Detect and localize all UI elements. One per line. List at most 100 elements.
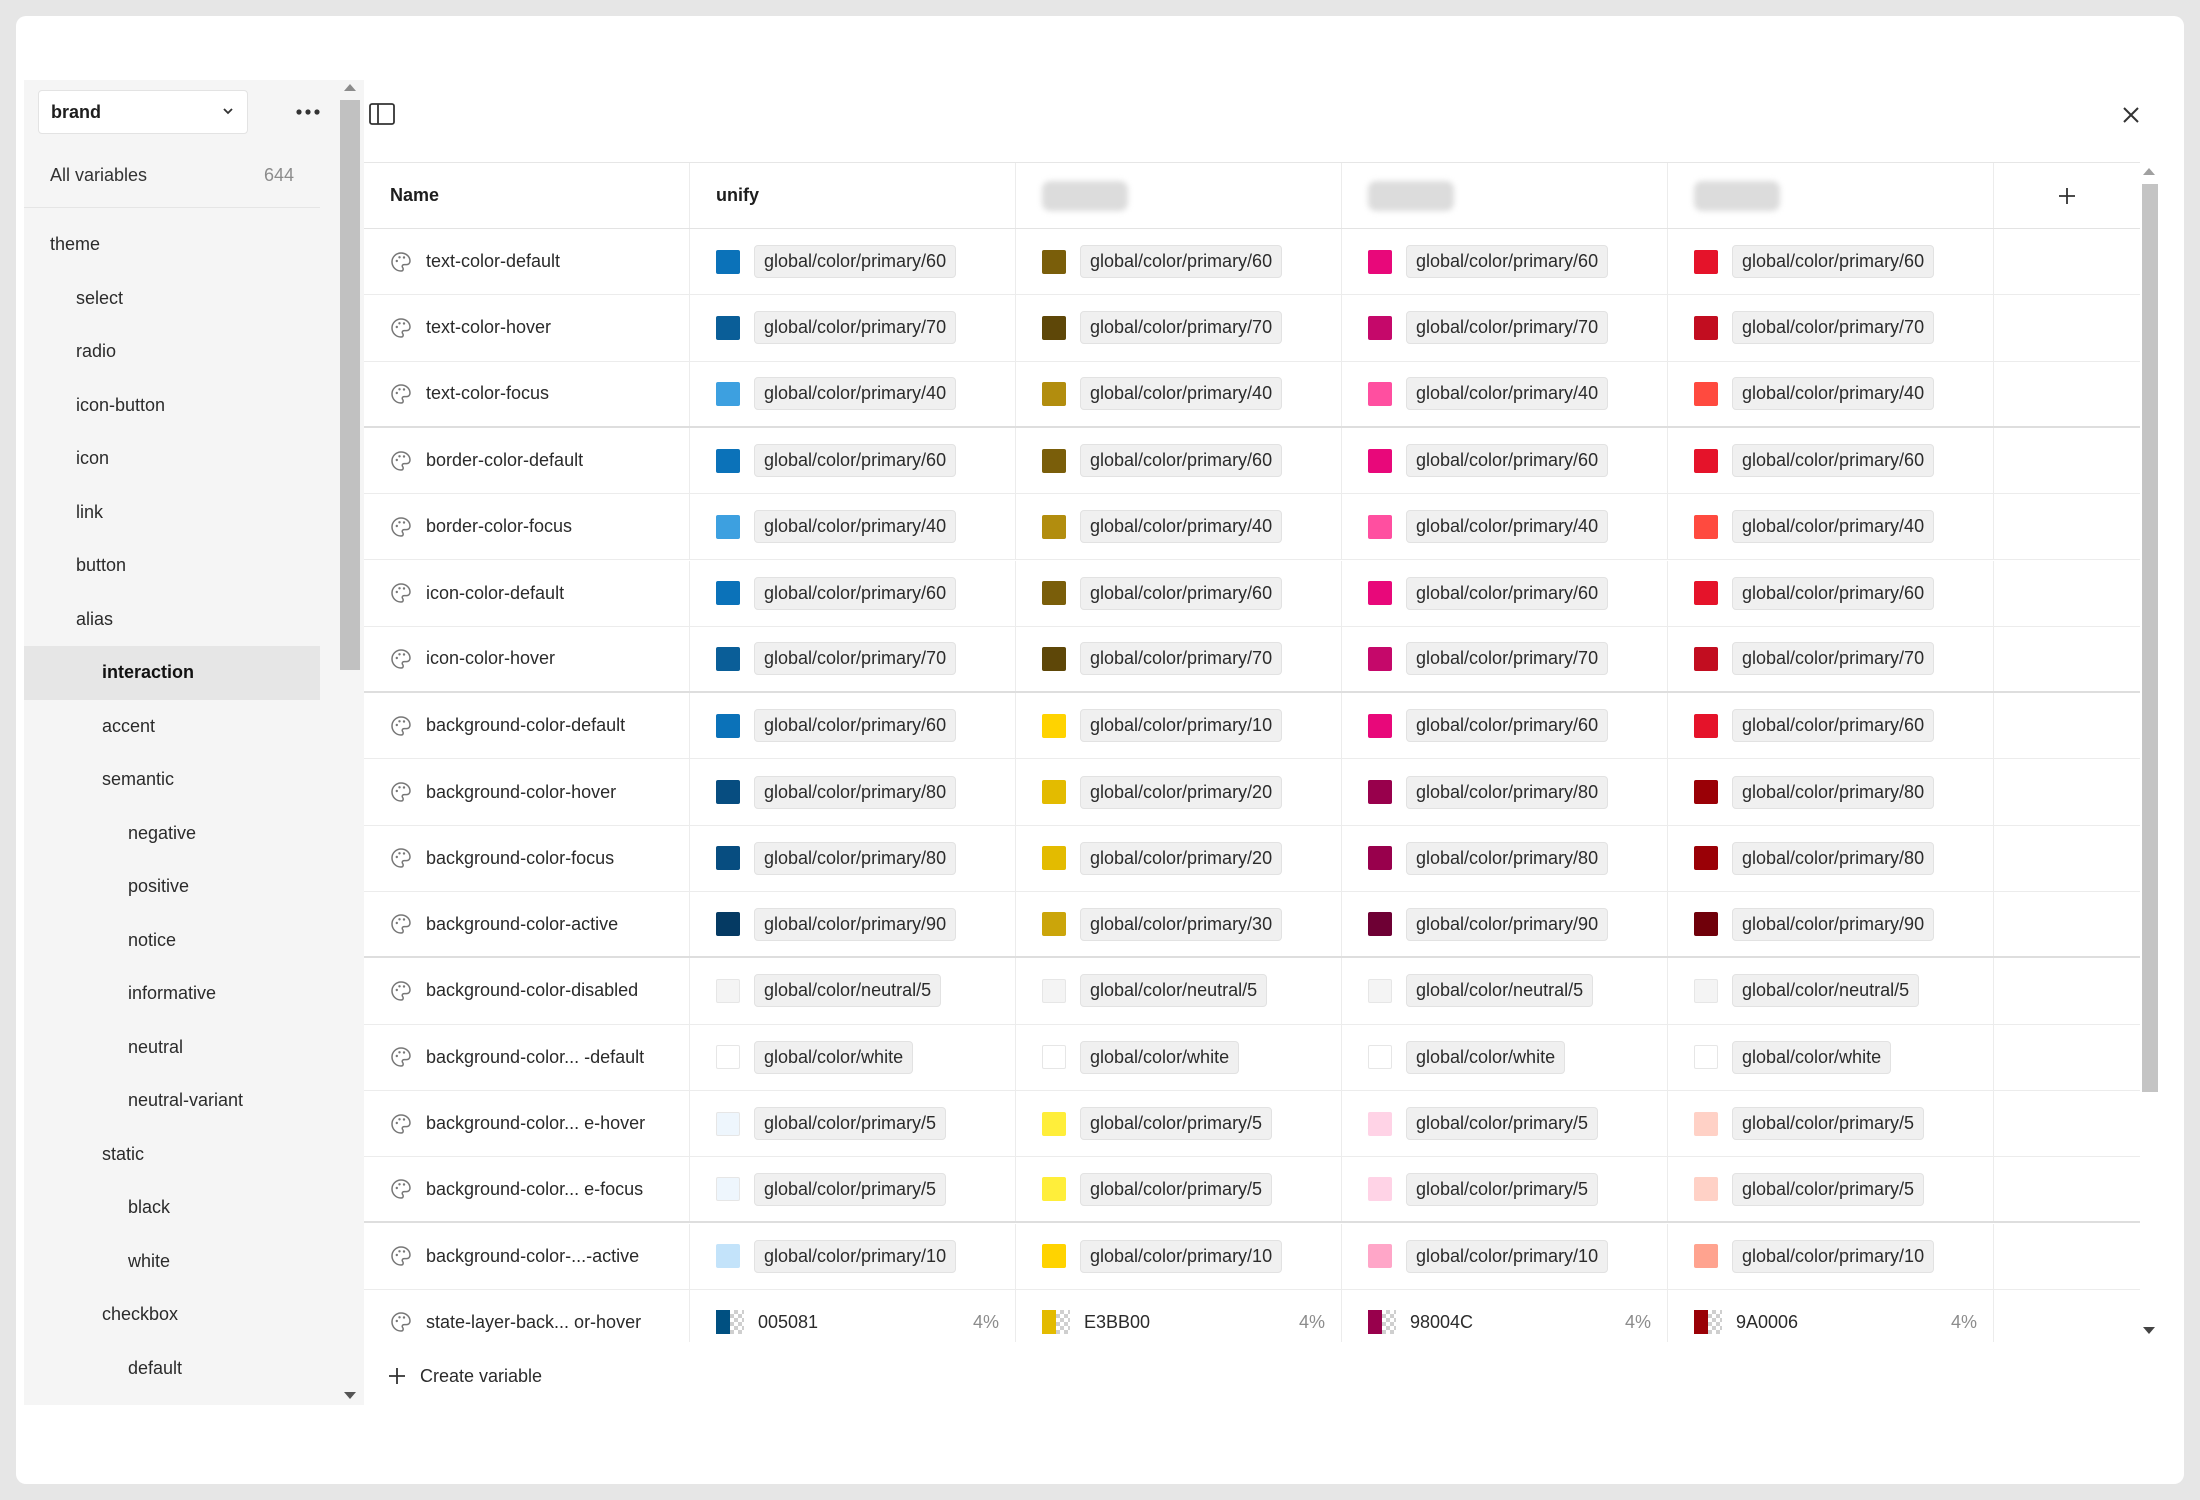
alias-pill[interactable]: global/color/primary/80 xyxy=(1732,775,1935,809)
variable-value-cell[interactable]: global/color/neutral/5 xyxy=(690,958,1016,1024)
color-swatch[interactable] xyxy=(716,1111,740,1136)
sidebar-group-item[interactable]: black xyxy=(24,1181,320,1235)
column-header-mode-2[interactable] xyxy=(1016,163,1342,228)
variable-value-cell[interactable]: global/color/primary/70 xyxy=(1342,626,1668,692)
alias-pill[interactable]: global/color/primary/10 xyxy=(1080,1239,1283,1273)
variable-value-cell[interactable]: 005081 4% xyxy=(690,1289,1016,1342)
variable-value-cell[interactable]: global/color/primary/70 xyxy=(690,626,1016,692)
alias-pill[interactable]: global/color/primary/60 xyxy=(1080,245,1283,279)
sidebar-group-item[interactable]: icon xyxy=(24,432,320,486)
scrollbar-thumb[interactable] xyxy=(2142,184,2158,1092)
variable-value-cell[interactable]: global/color/primary/10 xyxy=(690,1223,1016,1289)
table-row[interactable]: icon-color-hover global/color/primary/70 g… xyxy=(364,626,2140,694)
table-row[interactable]: border-color-default global/color/primary… xyxy=(364,427,2140,495)
alias-pill[interactable]: global/color/primary/40 xyxy=(754,510,957,544)
alias-pill[interactable]: global/color/primary/80 xyxy=(754,841,957,875)
variable-value-cell[interactable]: global/color/primary/5 xyxy=(690,1157,1016,1222)
alias-pill[interactable]: global/color/primary/40 xyxy=(1732,510,1935,544)
alias-pill[interactable]: global/color/primary/20 xyxy=(1080,775,1283,809)
sidebar-group-item[interactable]: neutral xyxy=(24,1021,320,1075)
table-row[interactable]: background-color-active global/color/prim… xyxy=(364,892,2140,959)
variable-value-cell[interactable]: global/color/primary/40 xyxy=(690,494,1016,560)
create-variable-button[interactable]: Create variable xyxy=(388,1356,542,1396)
color-swatch[interactable] xyxy=(1368,1177,1392,1202)
color-swatch[interactable] xyxy=(1694,713,1718,738)
opacity-value[interactable]: 4% xyxy=(1299,1312,1325,1333)
color-swatch[interactable] xyxy=(716,514,740,539)
sidebar-group-item[interactable]: theme xyxy=(24,218,320,272)
color-swatch[interactable] xyxy=(1694,581,1718,606)
variable-value-cell[interactable]: global/color/primary/60 xyxy=(1342,229,1668,295)
variable-value-cell[interactable]: global/color/primary/60 xyxy=(690,229,1016,295)
variable-value-cell[interactable]: global/color/primary/60 xyxy=(1016,229,1342,295)
alias-pill[interactable]: global/color/primary/60 xyxy=(1732,709,1935,743)
variable-value-cell[interactable]: global/color/primary/60 xyxy=(1668,427,1994,494)
color-swatch[interactable] xyxy=(1694,514,1718,539)
variable-value-cell[interactable]: global/color/primary/80 xyxy=(690,759,1016,825)
variable-name-cell[interactable]: background-color-disabled xyxy=(364,958,690,1024)
color-swatch[interactable] xyxy=(1694,1244,1718,1269)
variable-value-cell[interactable]: global/color/primary/5 xyxy=(690,1090,1016,1157)
color-swatch[interactable] xyxy=(716,713,740,738)
color-swatch[interactable] xyxy=(1042,381,1066,406)
alias-pill[interactable]: global/color/primary/70 xyxy=(1406,311,1609,345)
variable-name-cell[interactable]: background-color-active xyxy=(364,892,690,957)
sidebar-group-item[interactable]: icon-button xyxy=(24,379,320,433)
sidebar-group-item[interactable]: informative xyxy=(24,967,320,1021)
variable-value-cell[interactable]: global/color/primary/5 xyxy=(1342,1090,1668,1157)
color-swatch[interactable] xyxy=(1368,646,1392,671)
alias-pill[interactable]: global/color/primary/5 xyxy=(754,1172,947,1206)
alias-pill[interactable]: global/color/primary/40 xyxy=(754,377,957,411)
variable-value-cell[interactable]: global/color/primary/60 xyxy=(1668,560,1994,626)
variable-value-cell[interactable]: global/color/primary/5 xyxy=(1668,1090,1994,1157)
alias-pill[interactable]: global/color/primary/10 xyxy=(754,1239,957,1273)
variable-value-cell[interactable]: global/color/primary/90 xyxy=(1668,892,1994,957)
table-row[interactable]: background-color... e-hover global/color/… xyxy=(364,1090,2140,1158)
variable-value-cell[interactable]: global/color/primary/40 xyxy=(690,361,1016,426)
variable-value-cell[interactable]: E3BB00 4% xyxy=(1016,1289,1342,1342)
sidebar-group-item[interactable]: accent xyxy=(24,700,320,754)
alias-pill[interactable]: global/color/primary/60 xyxy=(1406,444,1609,478)
scrollbar-thumb[interactable] xyxy=(340,100,360,670)
alias-pill[interactable]: global/color/white xyxy=(1732,1040,1892,1074)
color-swatch[interactable] xyxy=(1368,780,1392,805)
variable-value-cell[interactable]: global/color/primary/40 xyxy=(1016,494,1342,560)
alias-pill[interactable]: global/color/neutral/5 xyxy=(754,974,942,1008)
color-swatch[interactable] xyxy=(1694,249,1718,274)
alias-pill[interactable]: global/color/primary/40 xyxy=(1080,377,1283,411)
color-swatch[interactable] xyxy=(716,846,740,871)
alias-pill[interactable]: global/color/primary/70 xyxy=(1080,642,1283,676)
variable-value-cell[interactable]: global/color/primary/10 xyxy=(1016,693,1342,759)
sidebar-group-item[interactable]: checkbox xyxy=(24,1288,320,1342)
hex-value[interactable]: E3BB00 xyxy=(1084,1312,1299,1333)
alias-pill[interactable]: global/color/primary/90 xyxy=(1732,907,1935,941)
table-row[interactable]: text-color-hover global/color/primary/70 g… xyxy=(364,295,2140,362)
sidebar-group-item[interactable]: negative xyxy=(24,807,320,861)
variable-name-cell[interactable]: border-color-default xyxy=(364,427,690,494)
sidebar-group-item[interactable]: white xyxy=(24,1235,320,1289)
variable-value-cell[interactable]: global/color/primary/60 xyxy=(1342,693,1668,759)
alias-pill[interactable]: global/color/primary/10 xyxy=(1080,709,1283,743)
variable-name-cell[interactable]: background-color-...-active xyxy=(364,1223,690,1289)
variable-value-cell[interactable]: global/color/primary/60 xyxy=(1342,427,1668,494)
alias-pill[interactable]: global/color/primary/80 xyxy=(1406,841,1609,875)
variable-value-cell[interactable]: global/color/primary/70 xyxy=(1016,295,1342,361)
sidebar-group-item[interactable]: button xyxy=(24,539,320,593)
variable-value-cell[interactable]: global/color/primary/20 xyxy=(1016,759,1342,825)
alias-pill[interactable]: global/color/primary/5 xyxy=(1406,1107,1599,1141)
table-row[interactable]: text-color-default global/color/primary/6… xyxy=(364,229,2140,296)
color-swatch[interactable] xyxy=(1368,713,1392,738)
color-swatch[interactable] xyxy=(1694,978,1718,1003)
color-swatch[interactable] xyxy=(716,448,740,473)
color-swatch[interactable] xyxy=(1694,1310,1722,1335)
sidebar-group-item[interactable]: static xyxy=(24,1128,320,1182)
alias-pill[interactable]: global/color/primary/5 xyxy=(1080,1172,1273,1206)
variable-value-cell[interactable]: global/color/primary/60 xyxy=(1668,693,1994,759)
variable-value-cell[interactable]: global/color/primary/90 xyxy=(690,892,1016,957)
color-swatch[interactable] xyxy=(1368,1045,1392,1070)
variable-value-cell[interactable]: global/color/neutral/5 xyxy=(1342,958,1668,1024)
alias-pill[interactable]: global/color/primary/70 xyxy=(754,642,957,676)
alias-pill[interactable]: global/color/white xyxy=(1406,1040,1566,1074)
alias-pill[interactable]: global/color/primary/90 xyxy=(1406,907,1609,941)
color-swatch[interactable] xyxy=(716,912,740,937)
